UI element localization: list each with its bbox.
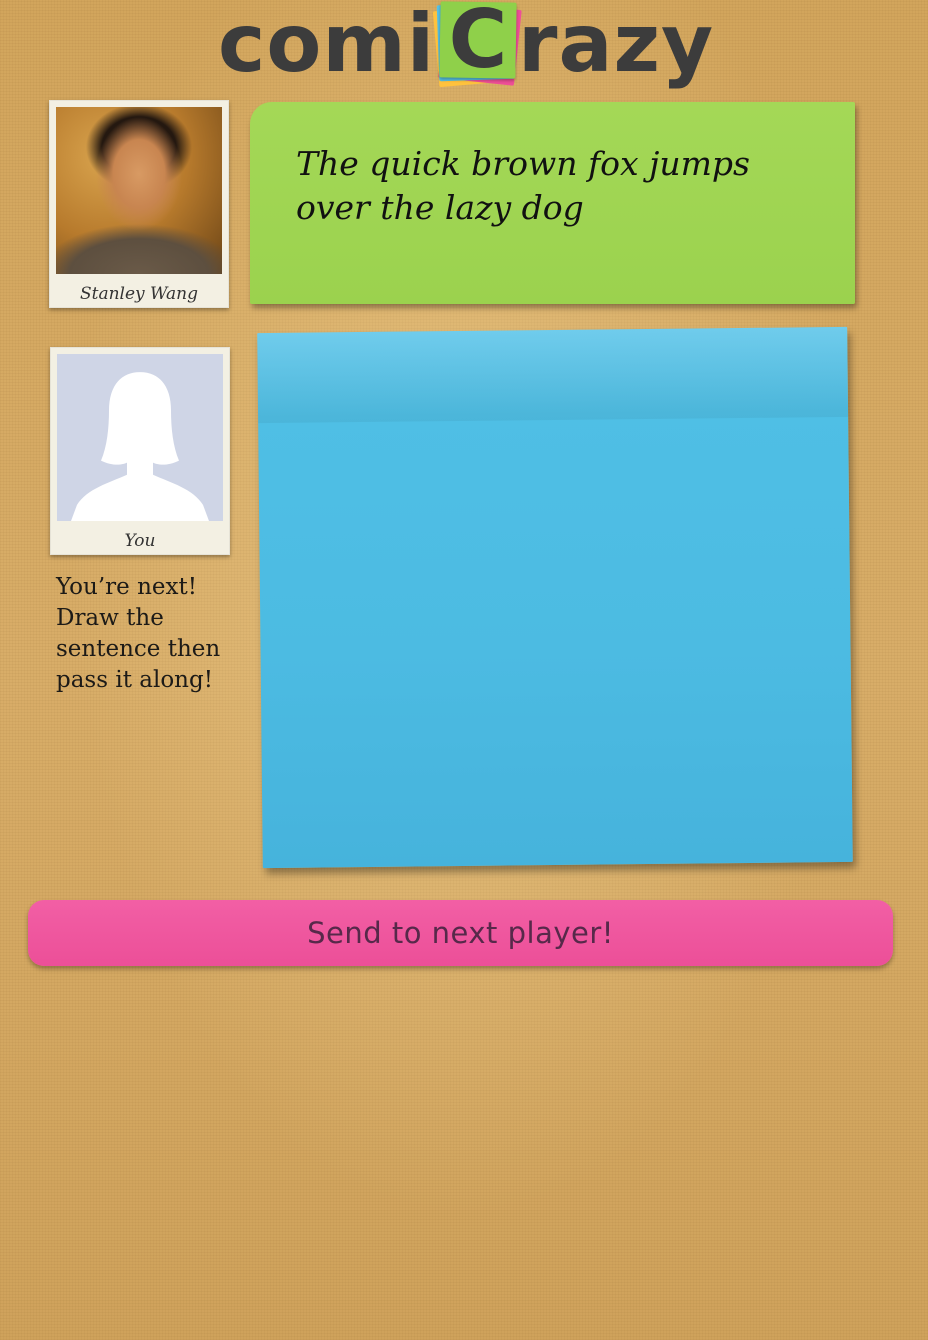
- current-player-card: You: [50, 347, 230, 555]
- current-player-name: You: [124, 531, 156, 551]
- prompt-sentence: The quick brown fox jumps over the lazy …: [296, 144, 750, 227]
- logo-letter: C: [448, 0, 508, 86]
- app-logo: comi C razy: [218, 0, 713, 92]
- previous-player-card: Stanley Wang: [49, 100, 229, 308]
- logo-text-left: comi: [218, 0, 436, 90]
- previous-player-name: Stanley Wang: [79, 284, 199, 304]
- send-button-label: Send to next player!: [307, 916, 614, 950]
- drawing-canvas[interactable]: [257, 326, 853, 869]
- prompt-sticky-note: The quick brown fox jumps over the lazy …: [250, 102, 855, 304]
- send-to-next-player-button[interactable]: Send to next player!: [28, 900, 893, 966]
- drawing-sticky-note[interactable]: [257, 326, 853, 869]
- default-avatar-icon: [57, 354, 223, 521]
- previous-player-photo: [56, 107, 222, 274]
- logo-sticky-notes-icon: C: [432, 0, 522, 88]
- logo-text-right: razy: [518, 0, 715, 90]
- turn-instructions: You’re next! Draw the sentence then pass…: [56, 574, 221, 693]
